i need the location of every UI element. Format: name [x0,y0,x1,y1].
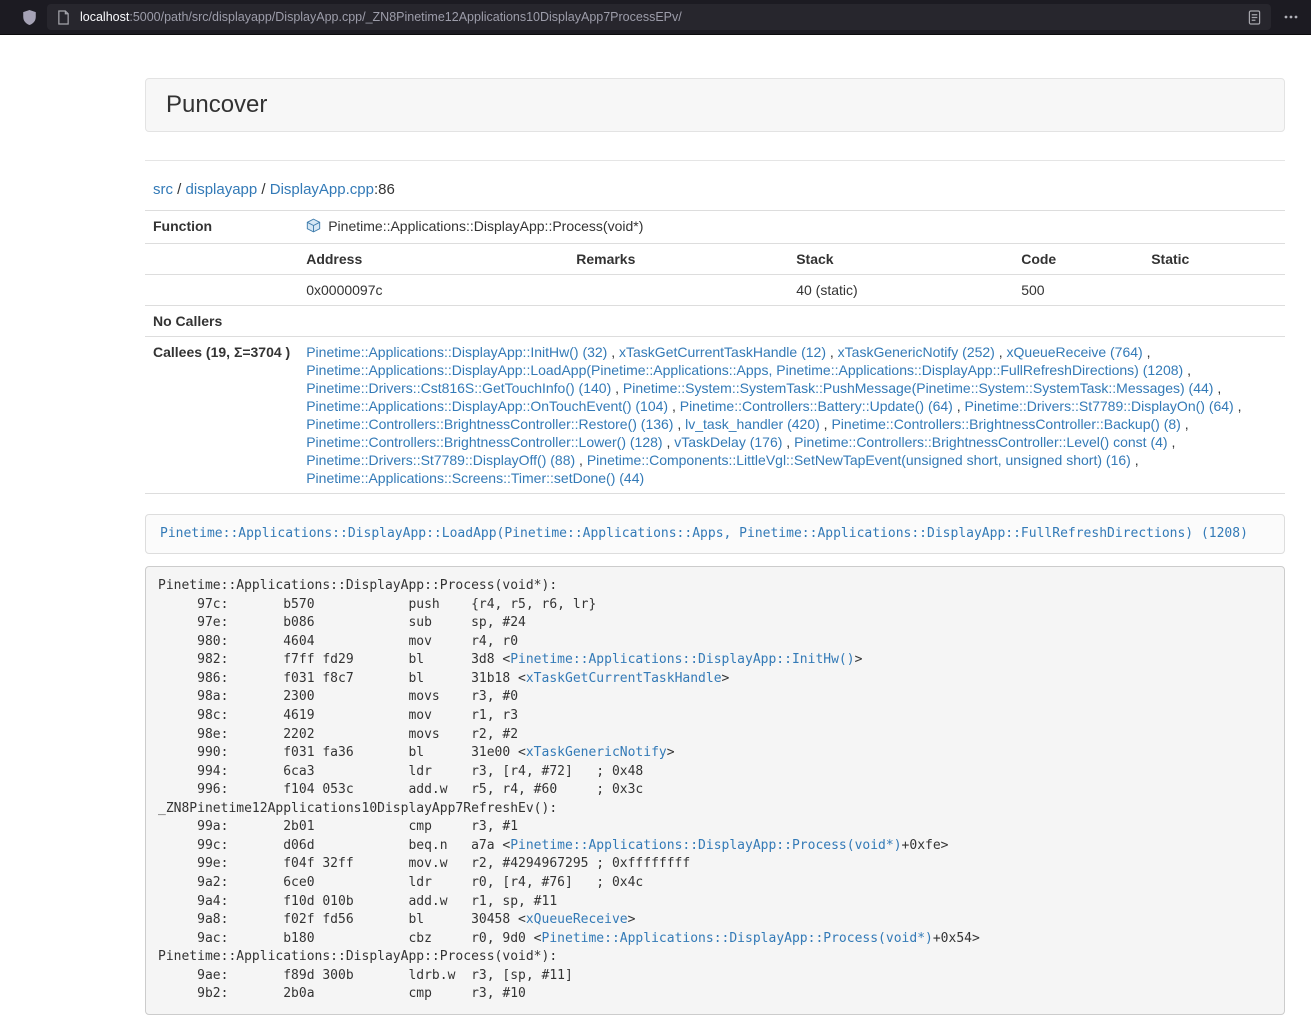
callee-link[interactable]: Pinetime::Controllers::BrightnessControl… [831,416,1180,432]
callee-link[interactable]: Pinetime::Controllers::BrightnessControl… [794,434,1167,450]
callees-row: Callees (19, Σ=3704 ) Pinetime::Applicat… [145,337,1285,494]
address-value: 0x0000097c [298,275,568,306]
remarks-value [568,275,788,306]
breadcrumb-link[interactable]: src [153,181,173,198]
metrics-value-row: 0x0000097c 40 (static) 500 [145,275,1285,306]
symbol-table: Function Pinetime::Applications::Display… [145,210,1285,494]
column-header-static: Static [1143,244,1285,275]
callee-link[interactable]: Pinetime::Applications::Screens::Timer::… [306,470,644,486]
code-symbol-link[interactable]: Pinetime::Applications::DisplayApp::Proc… [510,838,901,853]
callee-link[interactable]: vTaskDelay (176) [674,434,782,450]
highlighted-symbol-link[interactable]: Pinetime::Applications::DisplayApp::Load… [160,526,1248,541]
callees-label: Callees (19, Σ=3704 ) [145,337,298,494]
overflow-menu-icon[interactable] [1283,9,1299,25]
callee-link[interactable]: Pinetime::Applications::DisplayApp::Init… [306,344,607,360]
highlighted-symbol: Pinetime::Applications::DisplayApp::Load… [145,514,1285,554]
column-header-address: Address [298,244,568,275]
url-path: :5000/path/src/displayapp/DisplayApp.cpp… [129,10,681,24]
callee-link[interactable]: xTaskGetCurrentTaskHandle (12) [619,344,826,360]
disassembly: Pinetime::Applications::DisplayApp::Proc… [145,566,1285,1015]
code-symbol-link[interactable]: xTaskGenericNotify [526,745,667,760]
breadcrumb: src / displayapp / DisplayApp.cpp:86 [145,181,1285,198]
callee-link[interactable]: Pinetime::Applications::DisplayApp::OnTo… [306,398,668,414]
code-symbol-link[interactable]: xTaskGetCurrentTaskHandle [526,671,722,686]
callee-link[interactable]: Pinetime::Applications::DisplayApp::Load… [306,362,1183,378]
divider [145,160,1285,161]
url-text: localhost:5000/path/src/displayapp/Displ… [80,10,1240,24]
url-host: localhost [80,10,129,24]
callee-link[interactable]: xTaskGenericNotify (252) [838,344,995,360]
page-info-icon[interactable] [57,10,70,25]
function-row: Function Pinetime::Applications::Display… [145,211,1285,244]
column-header-remarks: Remarks [568,244,788,275]
callee-link[interactable]: Pinetime::Drivers::Cst816S::GetTouchInfo… [306,380,611,396]
code-symbol-link[interactable]: Pinetime::Applications::DisplayApp::Proc… [542,931,933,946]
browser-toolbar: localhost:5000/path/src/displayapp/Displ… [0,0,1311,35]
static-value [1143,275,1285,306]
callee-link[interactable]: Pinetime::Drivers::St7789::DisplayOn() (… [965,398,1234,414]
callee-link[interactable]: xQueueReceive (764) [1007,344,1143,360]
metrics-header-row: Address Remarks Stack Code Static [145,244,1285,275]
callee-link[interactable]: Pinetime::Controllers::BrightnessControl… [306,434,662,450]
callees-list: Pinetime::Applications::DisplayApp::Init… [298,337,1285,494]
callee-link[interactable]: Pinetime::Drivers::St7789::DisplayOff() … [306,452,575,468]
callee-link[interactable]: Pinetime::System::SystemTask::PushMessag… [623,380,1214,396]
function-icon [306,218,321,237]
page-header: Puncover [145,78,1285,132]
no-callers-label: No Callers [145,306,298,337]
column-header-stack: Stack [788,244,1013,275]
code-symbol-link[interactable]: xQueueReceive [526,912,628,927]
callee-link[interactable]: Pinetime::Controllers::BrightnessControl… [306,416,673,432]
breadcrumb-link[interactable]: DisplayApp.cpp [270,181,374,198]
callee-link[interactable]: Pinetime::Controllers::Battery::Update()… [680,398,953,414]
shield-icon[interactable] [22,9,37,26]
url-bar[interactable]: localhost:5000/path/src/displayapp/Displ… [47,4,1271,30]
function-name: Pinetime::Applications::DisplayApp::Proc… [328,218,643,234]
callee-link[interactable]: lv_task_handler (420) [685,416,820,432]
page-title: Puncover [166,91,1264,119]
reader-mode-icon[interactable] [1248,10,1261,25]
no-callers-row: No Callers [145,306,1285,337]
code-value: 500 [1013,275,1143,306]
code-symbol-link[interactable]: Pinetime::Applications::DisplayApp::Init… [510,652,854,667]
stack-value: 40 (static) [788,275,1013,306]
breadcrumb-link[interactable]: displayapp [186,181,258,198]
function-label: Function [145,211,298,244]
callee-link[interactable]: Pinetime::Components::LittleVgl::SetNewT… [587,452,1131,468]
page-content: Puncover src / displayapp / DisplayApp.c… [145,78,1285,1015]
column-header-code: Code [1013,244,1143,275]
